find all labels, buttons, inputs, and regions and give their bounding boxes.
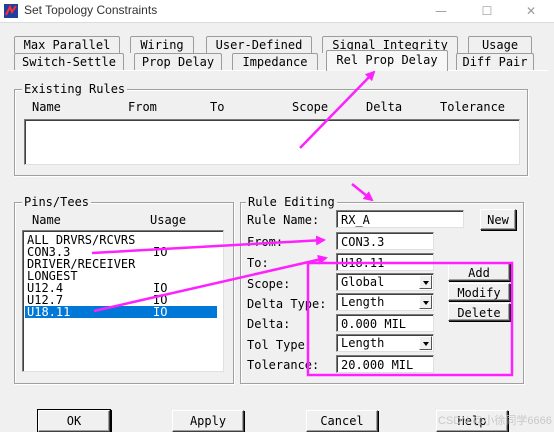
pins-column-name: Name (32, 213, 61, 227)
column-header-from: From (128, 100, 157, 114)
tab-max-parallel[interactable]: Max Parallel (14, 36, 120, 53)
scope-dropdown[interactable]: Global (336, 273, 434, 291)
delta-label: Delta: (247, 317, 291, 331)
column-header-delta: Delta (366, 100, 403, 114)
tab-rel-prop-delay[interactable]: Rel Prop Delay (326, 50, 448, 71)
minimize-button[interactable]: — (418, 0, 464, 22)
delta-type-label: Delta Type: (247, 297, 327, 311)
column-header-to: To (210, 100, 225, 114)
pin-usage: IO (153, 245, 168, 259)
ok-button[interactable]: OK (38, 410, 110, 432)
tab-prop-delay[interactable]: Prop Delay (134, 53, 222, 70)
column-header-tolerance: Tolerance (440, 100, 506, 114)
column-header-name: Name (32, 100, 61, 114)
pin-usage: IO (153, 305, 168, 319)
pins-tees-list[interactable]: ALL DRVRS/RCVRS CON3.3 IO DRIVER/RECEIVER… (22, 230, 224, 372)
column-header-scope: Scope (292, 100, 329, 114)
delta-field[interactable]: 0.000 MIL (336, 314, 434, 332)
from-label: From: (247, 235, 284, 249)
rule-name-field[interactable]: RX_A (336, 210, 464, 228)
add-button[interactable]: Add (448, 263, 510, 281)
scope-label: Scope: (247, 277, 291, 291)
tab-impedance[interactable]: Impedance (232, 53, 318, 70)
title-bar: Set Topology Constraints — ☐ ✕ (0, 0, 554, 23)
app-icon (4, 4, 18, 18)
tol-type-value: Length (341, 336, 385, 350)
chevron-down-icon[interactable] (419, 295, 432, 309)
existing-rules-title: Existing Rules (22, 82, 128, 96)
tolerance-label: Tolerance: (247, 358, 320, 372)
tab-usage[interactable]: Usage (468, 36, 532, 53)
new-button[interactable]: New (480, 209, 516, 230)
from-field[interactable]: CON3.3 (336, 232, 434, 250)
chevron-down-icon[interactable] (419, 275, 432, 289)
tab-wiring[interactable]: Wiring (130, 36, 194, 53)
cancel-button[interactable]: Cancel (306, 410, 378, 432)
tab-diff-pair[interactable]: Diff Pair (456, 53, 534, 70)
maximize-button[interactable]: ☐ (464, 0, 510, 22)
chevron-down-icon[interactable] (419, 336, 432, 350)
rule-editing-title: Rule Editing (246, 195, 337, 209)
rule-name-label: Rule Name: (247, 213, 320, 227)
tol-type-dropdown[interactable]: Length (336, 334, 434, 352)
tab-user-defined[interactable]: User-Defined (206, 36, 312, 53)
delete-button[interactable]: Delete (448, 303, 510, 321)
tolerance-field[interactable]: 20.000 MIL (336, 355, 434, 373)
delta-type-value: Length (341, 295, 385, 309)
to-label: To: (247, 256, 269, 270)
pins-column-usage: Usage (150, 213, 187, 227)
window-title: Set Topology Constraints (24, 3, 158, 17)
tab-switch-settle[interactable]: Switch-Settle (14, 53, 124, 70)
close-button[interactable]: ✕ (508, 0, 554, 22)
apply-button[interactable]: Apply (172, 410, 244, 432)
to-field[interactable]: U18.11 (336, 253, 434, 271)
existing-rules-list[interactable] (24, 119, 520, 165)
list-item-selected[interactable]: U18.11 IO (25, 306, 217, 318)
pin-name: U18.11 (27, 305, 71, 319)
delta-type-dropdown[interactable]: Length (336, 293, 434, 311)
watermark: CSDN @小徐同学6666 (438, 415, 552, 427)
tol-type-label: Tol Type: (247, 338, 313, 352)
modify-button[interactable]: Modify (448, 283, 510, 301)
pins-tees-title: Pins/Tees (22, 195, 92, 209)
scope-value: Global (341, 275, 385, 289)
